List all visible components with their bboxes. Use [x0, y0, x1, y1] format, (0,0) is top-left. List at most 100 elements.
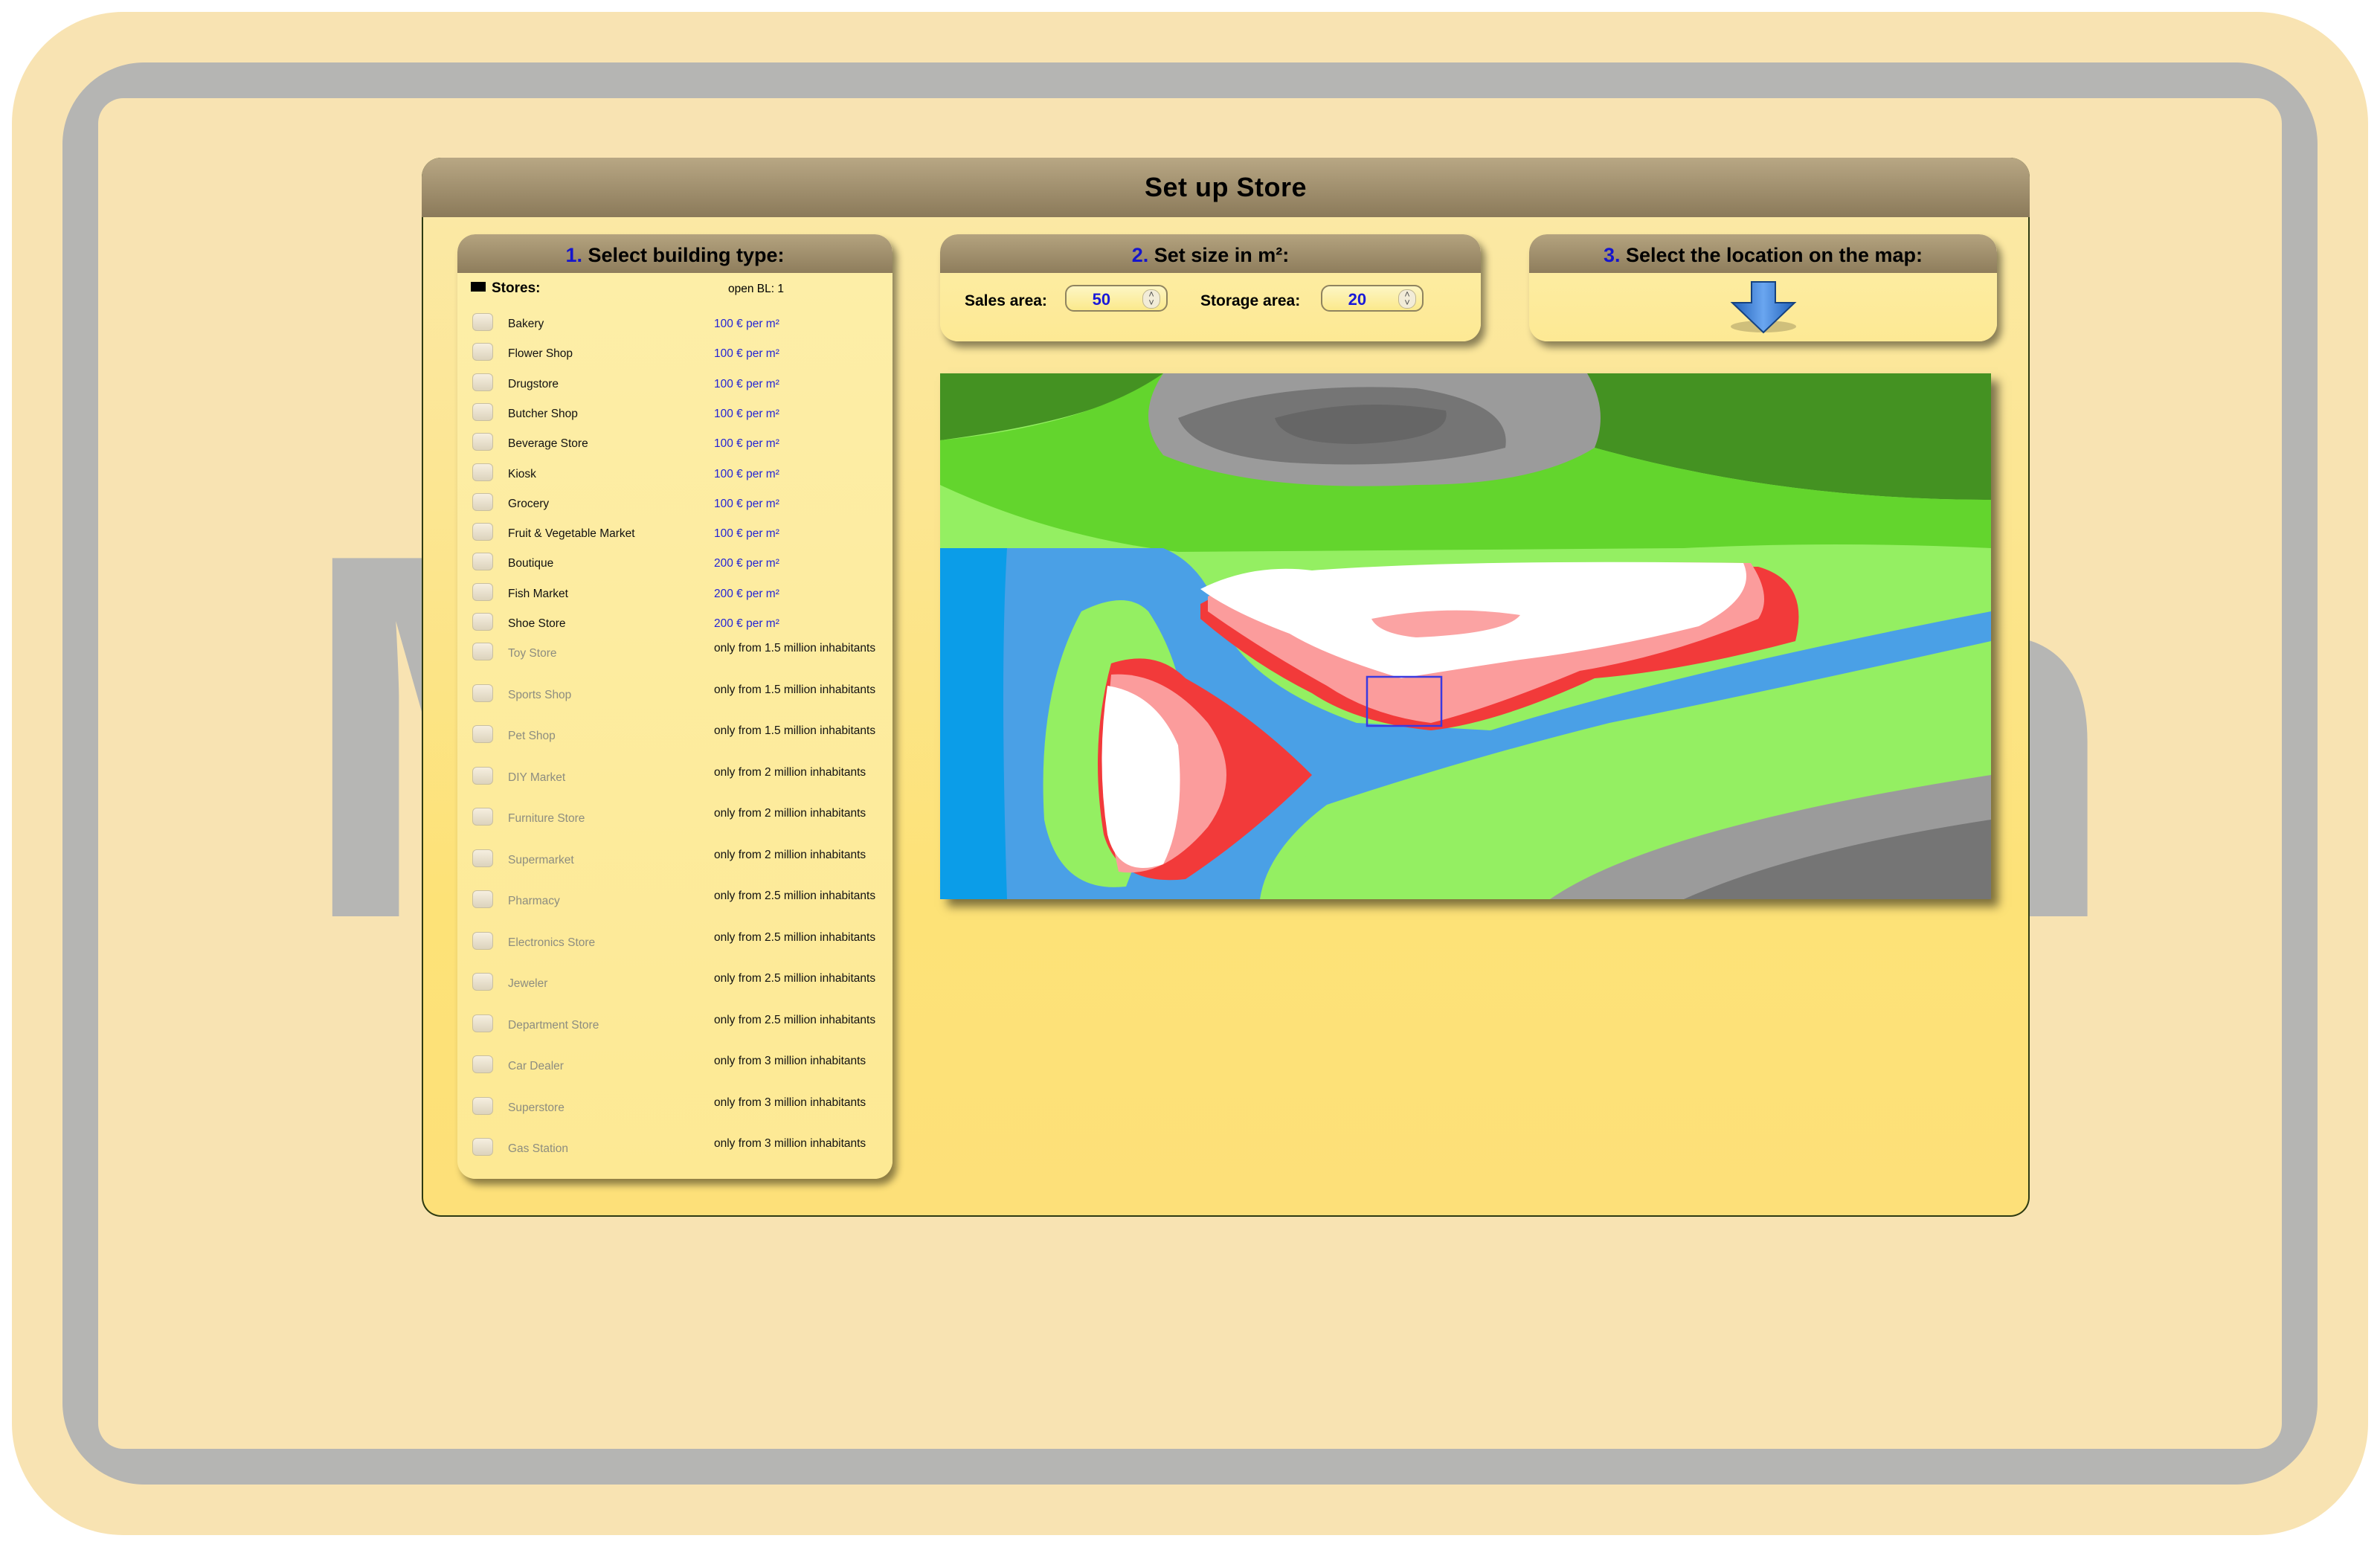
store-name: Toy Store — [508, 647, 557, 660]
store-row[interactable]: Kiosk 100 € per m² — [457, 462, 892, 492]
step-3-title: Select the location on the map: — [1625, 244, 1923, 266]
store-price: only from 2 million inhabitants — [714, 807, 866, 820]
store-name: Fish Market — [508, 587, 568, 600]
store-name: Department Store — [508, 1018, 599, 1032]
collapse-square-icon[interactable] — [471, 282, 486, 292]
step-2-number: 2. — [1131, 244, 1149, 266]
store-name: Electronics Store — [508, 936, 596, 949]
store-checkbox[interactable] — [472, 582, 493, 601]
store-checkbox[interactable] — [472, 343, 493, 361]
sales-area-value[interactable]: 50 — [1067, 290, 1136, 309]
store-row: Supermarket only from 2 million inhabitan… — [457, 848, 892, 878]
store-name: Shoe Store — [508, 617, 566, 630]
store-price: 100 € per m² — [714, 437, 779, 451]
store-row: DIY Market only from 2 million inhabitant… — [457, 765, 892, 795]
store-checkbox — [472, 1096, 493, 1115]
arrow-down-icon — [1730, 281, 1797, 334]
store-row[interactable]: Boutique 200 € per m² — [457, 551, 892, 581]
lake-area — [940, 548, 1007, 899]
sales-area-label: Sales area: — [965, 292, 1047, 309]
store-price: only from 3 million inhabitants — [714, 1055, 866, 1068]
store-name: Furniture Store — [508, 812, 585, 826]
store-checkbox[interactable] — [472, 313, 493, 331]
store-name: Jeweler — [508, 977, 548, 991]
store-checkbox[interactable] — [472, 373, 493, 391]
store-checkbox — [472, 973, 493, 991]
building-type-header: 1. Select building type: — [457, 234, 892, 273]
sales-area-stepper[interactable]: 50 ˄ ˅ — [1065, 285, 1168, 312]
store-checkbox — [472, 1138, 493, 1157]
store-name: Supermarket — [508, 853, 574, 866]
store-price: only from 2 million inhabitants — [714, 765, 866, 779]
store-row[interactable]: Beverage Store 100 € per m² — [457, 431, 892, 461]
size-header: 2. Set size in m²: — [940, 234, 1481, 273]
map-terrain[interactable] — [940, 373, 1991, 899]
store-name: DIY Market — [508, 771, 566, 784]
store-row[interactable]: Fruit & Vegetable Market 100 € per m² — [457, 521, 892, 551]
store-row: Pet Shop only from 1.5 million inhabitant… — [457, 724, 892, 753]
spin-arrows-icon[interactable]: ˄ ˅ — [1142, 289, 1160, 309]
storage-area-value[interactable]: 20 — [1322, 290, 1392, 309]
store-row[interactable]: Fish Market 200 € per m² — [457, 582, 892, 611]
store-checkbox[interactable] — [472, 492, 493, 511]
store-price: 100 € per m² — [714, 318, 779, 330]
store-row[interactable]: Drugstore 100 € per m² — [457, 372, 892, 402]
store-price: 100 € per m² — [714, 467, 779, 480]
store-row[interactable]: Flower Shop 100 € per m² — [457, 341, 892, 371]
location-map[interactable] — [940, 373, 1991, 899]
open-bl-info: open BL: 1 — [728, 283, 784, 295]
store-price: 100 € per m² — [714, 347, 779, 361]
storage-area-stepper[interactable]: 20 ˄ ˅ — [1321, 285, 1424, 312]
store-name: Beverage Store — [508, 437, 588, 451]
store-row: Department Store only from 2.5 million in… — [457, 1013, 892, 1043]
store-price: only from 2.5 million inhabitants — [714, 1013, 876, 1026]
store-row: Superstore only from 3 million inhabitant… — [457, 1096, 892, 1125]
store-checkbox[interactable] — [472, 463, 493, 481]
store-checkbox[interactable] — [472, 433, 493, 451]
store-row: Furniture Store only from 2 million inhab… — [457, 806, 892, 836]
store-row[interactable]: Bakery 100 € per m² — [457, 312, 892, 341]
store-checkbox[interactable] — [472, 613, 493, 631]
store-checkbox[interactable] — [472, 553, 493, 571]
store-row: Sports Shop only from 1.5 million inhabit… — [457, 683, 892, 713]
spin-arrows-icon[interactable]: ˄ ˅ — [1398, 289, 1416, 309]
store-name: Flower Shop — [508, 347, 573, 361]
store-name: Pharmacy — [508, 895, 560, 908]
store-name: Superstore — [508, 1101, 565, 1114]
step-1-number: 1. — [565, 244, 582, 266]
location-header: 3. Select the location on the map: — [1529, 234, 1997, 273]
store-price: 100 € per m² — [714, 497, 779, 510]
store-name: Car Dealer — [508, 1060, 564, 1073]
store-price: only from 2.5 million inhabitants — [714, 890, 876, 903]
step-1-title: Select building type: — [588, 244, 785, 266]
window-title: Set up Store — [422, 158, 2030, 217]
store-price: only from 1.5 million inhabitants — [714, 724, 876, 738]
store-checkbox[interactable] — [472, 523, 493, 541]
store-price: only from 1.5 million inhabitants — [714, 683, 876, 696]
store-name: Sports Shop — [508, 688, 572, 701]
size-panel: 2. Set size in m²: Sales area: 50 ˄ ˅ Sto… — [940, 234, 1481, 341]
store-price: only from 2 million inhabitants — [714, 848, 866, 861]
setup-store-window: Set up Store 1. Select building type: St… — [422, 158, 2030, 1217]
store-row: Electronics Store only from 2.5 million i… — [457, 930, 892, 960]
store-price: 100 € per m² — [714, 527, 779, 541]
store-row: Toy Store only from 1.5 million inhabitan… — [457, 641, 892, 671]
store-row[interactable]: Shoe Store 200 € per m² — [457, 611, 892, 641]
store-row[interactable]: Grocery 100 € per m² — [457, 492, 892, 521]
store-checkbox[interactable] — [472, 402, 493, 421]
store-checkbox — [472, 684, 493, 702]
store-row[interactable]: Butcher Shop 100 € per m² — [457, 402, 892, 431]
location-panel: 3. Select the location on the map: — [1529, 234, 1997, 341]
stores-group-header: Stores: open BL: 1 — [471, 280, 887, 300]
storage-area-label: Storage area: — [1200, 292, 1301, 309]
stores-group-label: Stores: — [492, 280, 541, 296]
store-price: only from 3 million inhabitants — [714, 1096, 866, 1109]
store-checkbox — [472, 1014, 493, 1032]
store-price: 200 € per m² — [714, 617, 779, 630]
store-name: Bakery — [508, 318, 544, 330]
store-checkbox — [472, 849, 493, 867]
store-price: 200 € per m² — [714, 557, 779, 570]
store-checkbox — [472, 766, 493, 785]
building-type-panel: 1. Select building type: Stores: open BL… — [457, 234, 892, 1179]
store-name: Butcher Shop — [508, 407, 578, 420]
